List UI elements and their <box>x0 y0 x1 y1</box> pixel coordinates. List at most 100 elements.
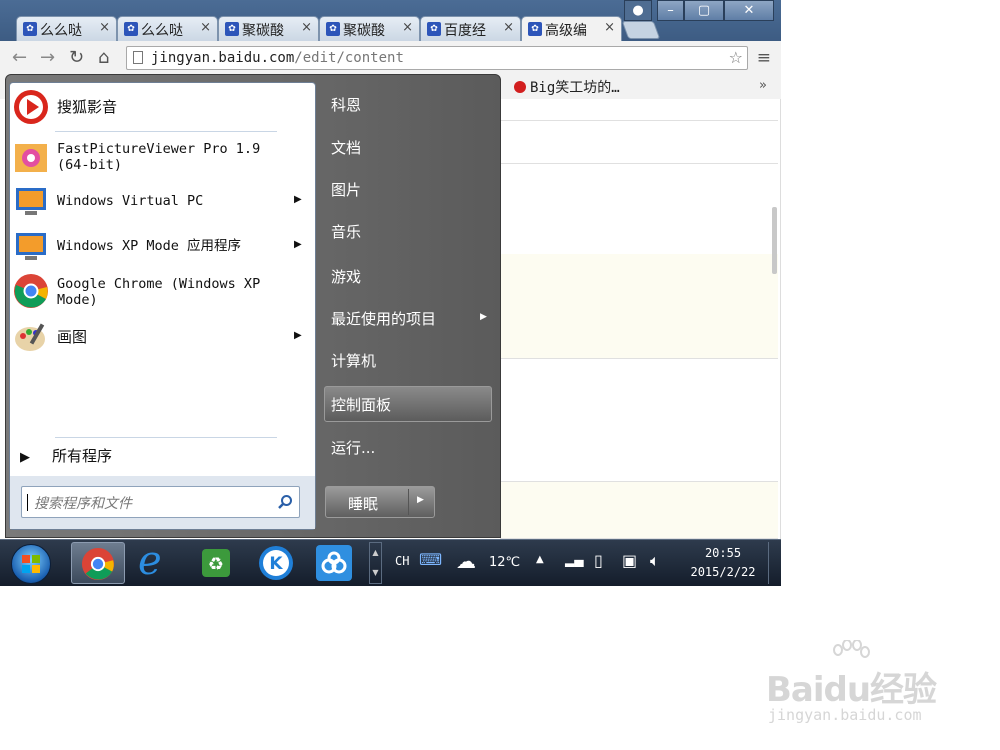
show-hidden-icons-icon[interactable]: ▲ <box>536 554 544 565</box>
tab-3[interactable]: ✿ 聚碳酸 × <box>218 16 319 41</box>
tab-4[interactable]: ✿ 聚碳酸 × <box>319 16 420 41</box>
content-divider <box>500 120 778 121</box>
tab-5[interactable]: ✿ 百度经 × <box>420 16 521 41</box>
start-item-control-panel[interactable]: 控制面板 <box>324 386 492 422</box>
keyboard-icon[interactable]: ⌨ <box>419 550 442 569</box>
volume-icon[interactable]: 🔈︎ <box>650 551 660 571</box>
search-placeholder: 搜索程序和文件 <box>34 496 132 512</box>
close-tab-icon[interactable]: × <box>301 20 312 35</box>
user-profile-button[interactable]: ● <box>624 0 652 21</box>
svg-text:K: K <box>269 554 283 574</box>
cloud-weather-icon[interactable]: ☁ <box>456 549 476 573</box>
expand-triangle-icon: ▶ <box>20 450 30 465</box>
all-programs-label: 所有程序 <box>52 447 113 465</box>
submenu-arrow-icon: ▶ <box>480 312 487 322</box>
taskbar-cloud-button[interactable] <box>308 542 362 584</box>
power-options-arrow-icon[interactable]: ▶ <box>417 495 424 505</box>
tab-title: 百度经 <box>444 23 486 39</box>
maximize-button[interactable]: ▢ <box>684 0 724 21</box>
divider <box>408 489 409 515</box>
tab-title: 么么哒 <box>40 23 82 39</box>
tab-title: 聚碳酸 <box>343 23 385 39</box>
url-path: /edit/content <box>294 50 404 66</box>
submenu-arrow-icon: ▶ <box>294 239 302 250</box>
taskbar-kugou-button[interactable]: K <box>249 542 303 584</box>
start-search-input[interactable]: 搜索程序和文件 <box>21 486 300 518</box>
maximize-icon: ▢ <box>697 3 711 18</box>
sleep-button[interactable]: 睡眠 ▶ <box>325 486 435 518</box>
search-icon[interactable] <box>277 494 293 510</box>
bookmark-item[interactable]: Big笑工坊的… <box>514 77 620 97</box>
program-item[interactable]: 搜狐影音 <box>10 87 310 127</box>
program-label: Windows Virtual PC <box>57 193 204 209</box>
program-item[interactable]: Google Chrome (Windows XP Mode) <box>10 271 310 317</box>
taskbar-chrome-button[interactable] <box>71 542 125 584</box>
all-programs-button[interactable]: ▶ 所有程序 <box>20 445 112 466</box>
start-item-music[interactable]: 音乐 <box>331 221 361 242</box>
close-tab-icon[interactable]: × <box>200 20 211 35</box>
sleep-label: 睡眠 <box>348 495 379 513</box>
close-tab-icon[interactable]: × <box>503 20 514 35</box>
language-indicator[interactable]: CH <box>395 554 409 568</box>
new-tab-button[interactable] <box>621 21 661 39</box>
watermark-logo: Baidu经验 <box>766 670 937 710</box>
network-icon[interactable]: ▣ <box>622 551 637 570</box>
url-host: jingyan.baidu.com <box>151 50 295 66</box>
chrome-icon <box>81 547 115 581</box>
bookmark-label: Big笑工坊的… <box>530 80 620 96</box>
start-menu-places-pane: 科恩 文档 图片 音乐 游戏 最近使用的项目 ▶ 计算机 控制面板 运行... … <box>316 82 500 530</box>
chrome-menu-icon[interactable]: ≡ <box>757 48 771 68</box>
program-item[interactable]: FastPictureViewer Pro 1.9 (64-bit) <box>10 135 310 181</box>
reload-icon[interactable]: ↻ <box>69 47 84 68</box>
battery-icon[interactable]: ▯ <box>594 551 603 570</box>
program-label: Windows XP Mode 应用程序 <box>57 238 242 254</box>
baidu-paw-icon: ✿ <box>225 22 239 36</box>
close-tab-icon[interactable]: × <box>402 20 413 35</box>
forward-arrow-icon[interactable]: → <box>40 47 55 68</box>
person-icon: ● <box>632 3 644 18</box>
baidu-jingyan-watermark: Baidu经验 jingyan.baidu.com <box>766 640 956 730</box>
paint-icon <box>15 323 45 351</box>
tab-1[interactable]: ✿ 么么哒 × <box>16 16 117 41</box>
program-label: FastPictureViewer Pro 1.9 (64-bit) <box>57 141 261 173</box>
kugou-icon: K <box>259 546 293 580</box>
program-item[interactable]: 画图 ▶ <box>10 317 310 359</box>
page-scrollbar-thumb[interactable] <box>772 207 777 274</box>
start-button[interactable] <box>11 544 51 584</box>
show-desktop-button[interactable] <box>768 542 779 584</box>
internet-explorer-icon: e <box>138 538 162 584</box>
minimize-button[interactable]: – <box>657 0 684 21</box>
watermark-url: jingyan.baidu.com <box>768 706 922 724</box>
start-item-games[interactable]: 游戏 <box>331 266 361 287</box>
bookmark-star-icon[interactable]: ☆ <box>729 47 743 69</box>
program-item[interactable]: Windows Virtual PC ▶ <box>10 181 310 223</box>
close-tab-icon[interactable]: × <box>99 20 110 35</box>
system-clock[interactable]: 20:55 2015/2/22 <box>684 544 762 582</box>
tab-6-active[interactable]: ✿ 高级编 × <box>521 16 622 42</box>
bookmarks-overflow-button[interactable]: » <box>759 78 767 93</box>
close-window-button[interactable]: ✕ <box>724 0 774 21</box>
tab-2[interactable]: ✿ 么么哒 × <box>117 16 218 41</box>
start-item-run[interactable]: 运行... <box>331 437 375 458</box>
signal-icon[interactable]: ▂▄ <box>565 553 583 567</box>
back-arrow-icon[interactable]: ← <box>12 47 27 68</box>
start-item-computer[interactable]: 计算机 <box>331 350 376 371</box>
address-bar[interactable]: jingyan.baidu.com/edit/content ☆ <box>126 46 748 70</box>
home-icon[interactable]: ⌂ <box>98 47 109 68</box>
clock-time: 20:55 <box>704 546 742 560</box>
baidu-paw-icon: ✿ <box>23 22 37 36</box>
start-item-user[interactable]: 科恩 <box>331 94 361 115</box>
weather-temperature: 12℃ <box>489 555 521 570</box>
close-tab-icon[interactable]: × <box>604 20 615 35</box>
start-menu-programs-pane: 搜狐影音 FastPictureViewer Pro 1.9 (64-bit) … <box>9 82 316 530</box>
start-item-recent[interactable]: 最近使用的项目 <box>331 308 436 329</box>
taskbar-ie-button[interactable]: e <box>130 538 184 584</box>
start-item-pictures[interactable]: 图片 <box>331 179 361 200</box>
page-icon <box>133 51 143 64</box>
program-separator <box>55 131 277 132</box>
taskbar-scroll-buttons[interactable]: ▲ ▼ <box>369 542 382 584</box>
start-item-documents[interactable]: 文档 <box>331 137 361 158</box>
taskbar-recycle-button[interactable]: ♻ <box>189 542 243 584</box>
virtual-pc-icon <box>16 188 46 215</box>
program-item[interactable]: Windows XP Mode 应用程序 ▶ <box>10 225 310 269</box>
